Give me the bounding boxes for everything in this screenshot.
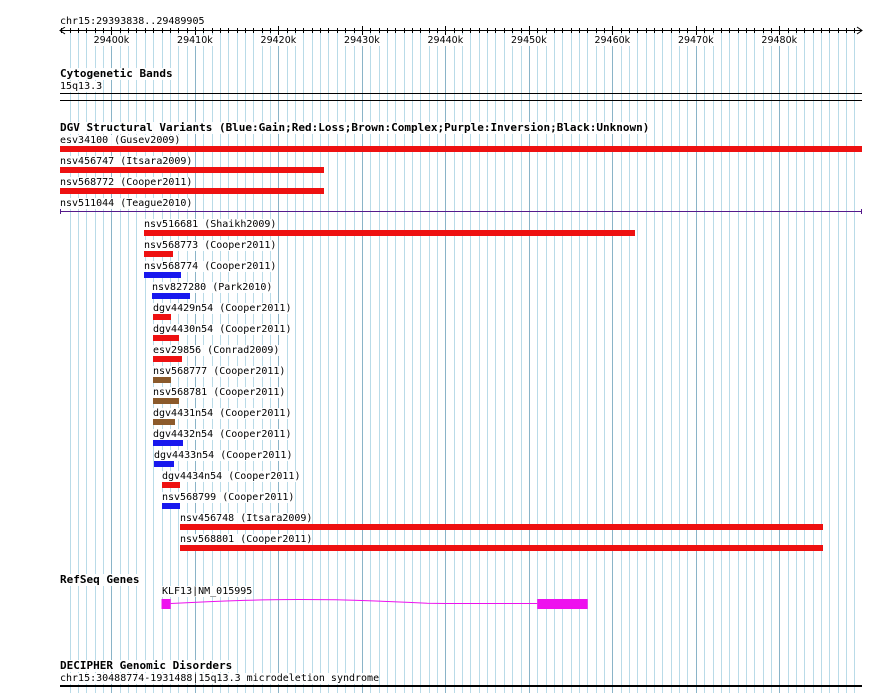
variant-bar[interactable] — [152, 293, 190, 299]
cytoband-track-title: Cytogenetic Bands — [60, 67, 173, 80]
variant-label: dgv4434n54 (Cooper2011) — [162, 471, 301, 482]
inversion-end-cap — [60, 209, 61, 214]
variant-label: nsv568777 (Cooper2011) — [153, 366, 286, 377]
ruler-tick-label: 29460k — [594, 35, 631, 46]
ruler-tick-label: 29470k — [677, 35, 714, 46]
variant-label: nsv568772 (Cooper2011) — [60, 177, 193, 188]
variant-bar[interactable] — [60, 209, 862, 214]
variant-bar[interactable] — [162, 482, 180, 488]
ruler-tick-label: 29420k — [260, 35, 297, 46]
ruler-tick-label: 29400k — [93, 35, 130, 46]
variant-bar[interactable] — [153, 356, 182, 362]
variant-label: dgv4429n54 (Cooper2011) — [153, 303, 292, 314]
variant-label: nsv827280 (Park2010) — [152, 282, 273, 293]
variant-label: nsv568801 (Cooper2011) — [180, 534, 313, 545]
gene-model[interactable] — [0, 590, 890, 630]
variant-bar[interactable] — [153, 314, 171, 320]
genome-browser-view: chr15:29393838..29489905 29400k 29410k 294… — [0, 0, 890, 693]
variant-bar[interactable] — [60, 167, 324, 173]
dgv-track-title: DGV Structural Variants (Blue:Gain;Red:L… — [60, 121, 650, 134]
variant-bar[interactable] — [162, 503, 180, 509]
variant-bar[interactable] — [153, 398, 179, 404]
cytoband-top-line — [60, 93, 862, 94]
variant-label: dgv4432n54 (Cooper2011) — [153, 429, 292, 440]
gene-intron-line — [170, 598, 538, 604]
variant-label: nsv456748 (Itsara2009) — [180, 513, 313, 524]
gene-exon[interactable] — [161, 599, 171, 609]
variant-label: esv34100 (Gusev2009) — [60, 135, 181, 146]
variant-bar[interactable] — [144, 251, 173, 257]
variant-label: nsv568781 (Cooper2011) — [153, 387, 286, 398]
variant-label: nsv568774 (Cooper2011) — [144, 261, 277, 272]
variant-bar[interactable] — [144, 230, 635, 236]
variant-label: nsv568773 (Cooper2011) — [144, 240, 277, 251]
gene-label: KLF13|NM_015995 — [162, 586, 253, 597]
variant-label: nsv516681 (Shaikh2009) — [144, 219, 277, 230]
variant-label: dgv4430n54 (Cooper2011) — [153, 324, 292, 335]
refseq-track-title: RefSeq Genes — [60, 573, 140, 586]
decipher-label: chr15:30488774-1931488|15q13.3 microdele… — [60, 673, 380, 684]
decipher-bar[interactable] — [60, 685, 862, 687]
ruler-tick-label: 29410k — [177, 35, 213, 46]
variant-bar[interactable] — [153, 377, 171, 383]
ruler-tick-label: 29450k — [510, 35, 547, 46]
variant-bar[interactable] — [60, 188, 324, 194]
variant-bar[interactable] — [153, 419, 175, 425]
ruler-tick-label: 29440k — [427, 35, 464, 46]
variant-bar[interactable] — [180, 545, 823, 551]
decipher-track-title: DECIPHER Genomic Disorders — [60, 659, 233, 672]
variant-bar[interactable] — [153, 440, 183, 446]
ruler-tick-label: 29480k — [761, 35, 798, 46]
variant-label: dgv4433n54 (Cooper2011) — [154, 450, 293, 461]
variant-label: dgv4431n54 (Cooper2011) — [153, 408, 292, 419]
variant-bar[interactable] — [180, 524, 823, 530]
variant-bar[interactable] — [60, 146, 862, 152]
variant-label: nsv511044 (Teague2010) — [60, 198, 193, 209]
inversion-end-cap — [861, 209, 862, 214]
ruler-right-arrow-icon — [856, 26, 863, 35]
region-label: chr15:29393838..29489905 — [60, 16, 205, 27]
variant-bar[interactable] — [144, 272, 181, 278]
variant-label: nsv456747 (Itsara2009) — [60, 156, 193, 167]
cytoband-bottom-line — [60, 100, 862, 101]
gene-exon[interactable] — [537, 599, 588, 609]
ruler-left-arrow-icon — [59, 26, 66, 35]
variant-bar[interactable] — [154, 461, 174, 467]
cytoband-label: 15q13.3 — [60, 81, 103, 92]
variant-bar[interactable] — [153, 335, 179, 341]
ruler-tick-label: 29430k — [344, 35, 380, 46]
variant-label: nsv568799 (Cooper2011) — [162, 492, 295, 503]
variant-label: esv29856 (Conrad2009) — [153, 345, 280, 356]
